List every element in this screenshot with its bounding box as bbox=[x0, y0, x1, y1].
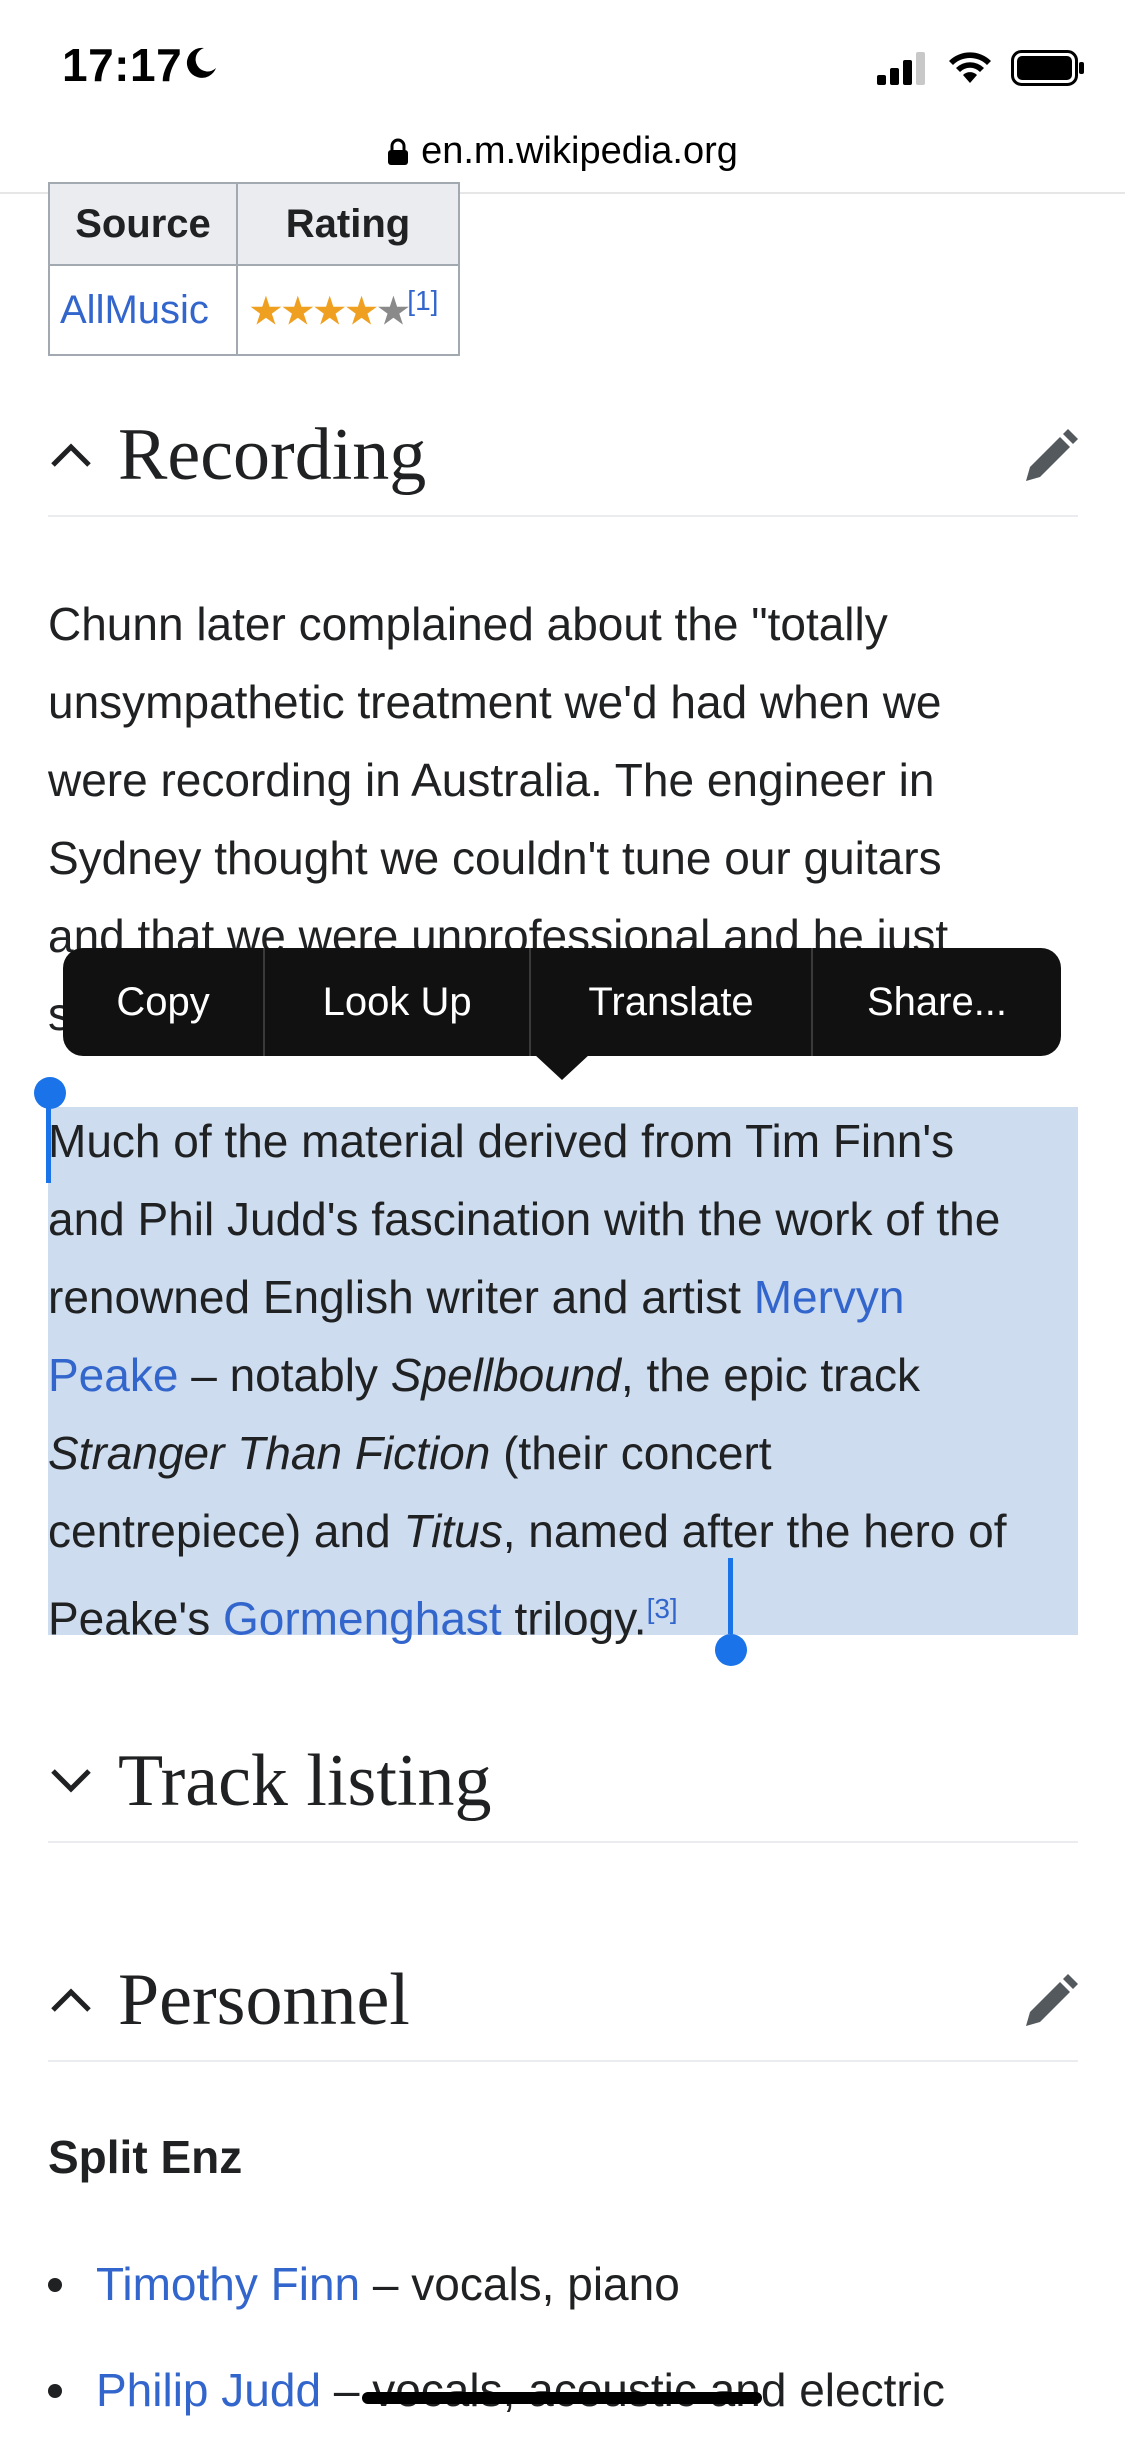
status-icons bbox=[877, 50, 1085, 86]
titus-title: Titus bbox=[403, 1505, 503, 1557]
menu-item-look-up[interactable]: Look Up bbox=[265, 948, 532, 1056]
text-span: , named after the hero of bbox=[502, 1505, 1007, 1557]
philip-judd-link[interactable]: Philip Judd bbox=[96, 2364, 321, 2416]
subheading-split-enz: Split Enz bbox=[48, 2131, 243, 2183]
table-cell-source: AllMusic bbox=[48, 264, 238, 356]
wifi-icon bbox=[949, 52, 991, 83]
text-context-menu: Copy Look Up Translate Share... bbox=[63, 948, 1061, 1056]
text-span: , the epic track bbox=[620, 1349, 921, 1401]
selection-end-handle[interactable] bbox=[715, 1634, 747, 1666]
lock-icon bbox=[388, 138, 409, 165]
text-line: were recording in Australia. The enginee… bbox=[48, 754, 935, 806]
table-header-row: Source Rating bbox=[48, 182, 460, 266]
text-span: – notably bbox=[178, 1349, 391, 1401]
selection-start-caret[interactable] bbox=[46, 1107, 51, 1183]
text-line: Peake's Gormenghast trilogy.[3] bbox=[48, 1570, 1088, 1657]
table-header-rating: Rating bbox=[236, 182, 460, 266]
recording-paragraph-2[interactable]: Much of the material derived from Tim Fi… bbox=[48, 1102, 1088, 1657]
table-cell-rating: ★★★★★[1] bbox=[236, 264, 460, 356]
text-line: centrepiece) and Titus, named after the … bbox=[48, 1492, 1088, 1570]
ref-3-link[interactable]: [3] bbox=[647, 1593, 678, 1624]
chevron-up-icon[interactable] bbox=[48, 1977, 94, 2023]
table-header-source: Source bbox=[48, 182, 238, 266]
section-header-personnel[interactable]: Personnel bbox=[48, 1940, 1078, 2062]
text-span: centrepiece) and bbox=[48, 1505, 404, 1557]
chevron-down-icon[interactable] bbox=[48, 1758, 94, 1804]
text-line: unsympathetic treatment we'd had when we bbox=[48, 676, 942, 728]
member-role: – vocals, acoustic and electric bbox=[321, 2364, 945, 2416]
spellbound-title: Spellbound bbox=[390, 1349, 621, 1401]
url-domain: en.m.wikipedia.org bbox=[421, 130, 738, 172]
moon-icon bbox=[186, 47, 216, 78]
ref-1-link[interactable]: [1] bbox=[407, 285, 438, 316]
selection-end-caret[interactable] bbox=[728, 1558, 733, 1634]
menu-item-share[interactable]: Share... bbox=[813, 948, 1061, 1056]
status-time: 17:17 bbox=[62, 39, 183, 91]
section-title-track-listing: Track listing bbox=[118, 1739, 492, 1822]
chevron-up-icon[interactable] bbox=[48, 432, 94, 478]
section-header-track-listing[interactable]: Track listing bbox=[48, 1721, 1078, 1843]
text-span: renowned English writer and artist bbox=[48, 1271, 754, 1323]
section-header-recording[interactable]: Recording bbox=[48, 395, 1078, 517]
selection-start-handle[interactable] bbox=[34, 1077, 66, 1109]
status-bar: 17:17 bbox=[0, 0, 1125, 135]
text-line: renowned English writer and artist Mervy… bbox=[48, 1258, 1088, 1336]
allmusic-link[interactable]: AllMusic bbox=[60, 288, 209, 332]
text-span: trilogy. bbox=[501, 1592, 647, 1645]
star-rating: ★★★★★ bbox=[248, 289, 411, 334]
text-line: Chunn later complained about the "totall… bbox=[48, 598, 888, 650]
menu-item-translate[interactable]: Translate bbox=[531, 948, 813, 1056]
mervyn-peake-link[interactable]: Peake bbox=[48, 1349, 178, 1401]
text-line: Stranger Than Fiction (their concert bbox=[48, 1414, 1088, 1492]
gormenghast-link[interactable]: Gormenghast bbox=[223, 1592, 502, 1644]
home-indicator[interactable] bbox=[362, 2392, 762, 2404]
personnel-list: Timothy Finn – vocals, piano Philip Judd… bbox=[48, 2248, 1088, 2460]
text-line: and Phil Judd's fascination with the wor… bbox=[48, 1193, 1001, 1245]
list-item: Timothy Finn – vocals, piano bbox=[48, 2248, 1088, 2354]
cellular-signal-icon bbox=[877, 52, 925, 85]
section-title-personnel: Personnel bbox=[118, 1958, 410, 2041]
edit-pencil-icon[interactable] bbox=[1022, 429, 1078, 490]
mervyn-peake-link[interactable]: Mervyn bbox=[754, 1271, 905, 1323]
text-line: Sydney thought we couldn't tune our guit… bbox=[48, 832, 942, 884]
context-menu-pointer bbox=[534, 1054, 590, 1080]
timothy-finn-link[interactable]: Timothy Finn bbox=[96, 2258, 360, 2310]
menu-item-copy[interactable]: Copy bbox=[63, 948, 266, 1056]
text-span: Peake's bbox=[48, 1592, 223, 1645]
member-role: – vocals, piano bbox=[360, 2258, 680, 2310]
list-item: Philip Judd – vocals, acoustic and elect… bbox=[48, 2354, 1088, 2460]
text-line: Much of the material derived from Tim Fi… bbox=[48, 1115, 955, 1167]
edit-pencil-icon[interactable] bbox=[1022, 1974, 1078, 2035]
battery-icon bbox=[1011, 50, 1084, 86]
text-line: Peake – notably Spellbound, the epic tra… bbox=[48, 1336, 1088, 1414]
section-title-recording: Recording bbox=[118, 413, 427, 496]
stranger-than-fiction-title: Stranger Than Fiction bbox=[48, 1427, 491, 1479]
text-span: (their concert bbox=[490, 1427, 772, 1479]
table-row: AllMusic ★★★★★[1] bbox=[48, 264, 460, 356]
ratings-table: Source Rating AllMusic ★★★★★[1] bbox=[48, 182, 460, 356]
